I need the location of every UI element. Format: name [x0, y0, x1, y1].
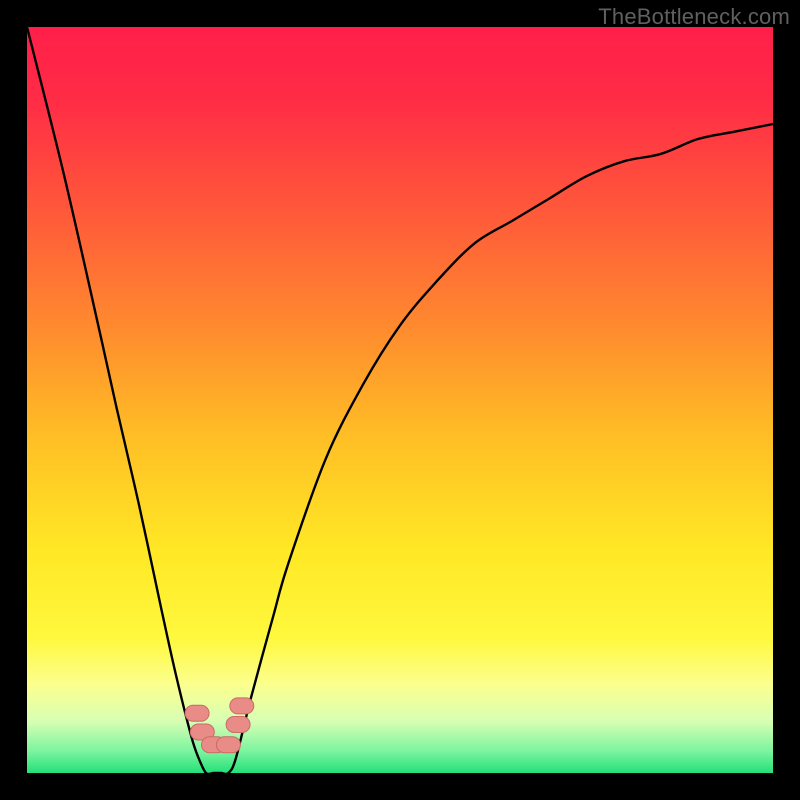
heat-gradient-background [27, 27, 773, 773]
watermark-text: TheBottleneck.com [598, 4, 790, 30]
plot-frame [27, 27, 773, 773]
